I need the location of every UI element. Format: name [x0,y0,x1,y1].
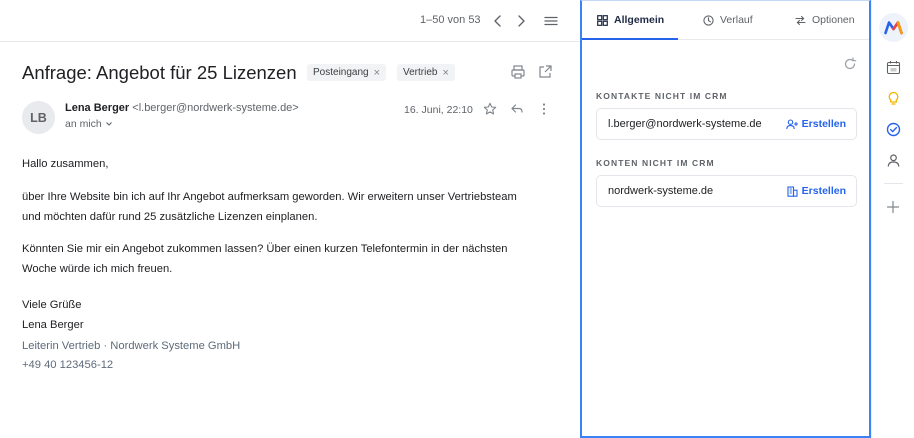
chevron-right-icon [518,15,525,27]
email-paragraph-line: über Ihre Website bin ich auf Ihr Angebo… [22,191,517,203]
recipient-text: an mich [65,118,102,130]
tasks-button[interactable] [883,119,903,139]
label-chip-inbox: Posteingang × [307,64,387,81]
create-label: Erstellen [801,118,846,130]
more-vertical-icon [542,103,546,115]
label-chip-sales: Vertrieb × [397,64,455,81]
star-icon [483,102,497,115]
chevron-left-icon [494,15,501,27]
remove-label-icon[interactable]: × [374,67,380,79]
menu-button[interactable] [541,11,561,31]
email-closing: Viele Grüße [22,299,82,311]
contacts-button[interactable] [883,150,903,170]
sender-avatar: LB [22,101,55,134]
plus-icon [886,200,900,214]
keep-notes-button[interactable] [883,88,903,108]
crm-logo-icon [884,21,903,35]
reply-icon [511,104,523,113]
email-paragraph-line: Könnten Sie mir ein Angebot zukommen las… [22,243,508,255]
signature-name: Lena Berger [22,319,84,331]
tab-options[interactable]: Optionen [795,1,855,39]
refresh-icon[interactable] [843,57,857,71]
tab-label: Allgemein [614,14,665,26]
calendar-button[interactable] [883,57,903,77]
rail-divider [884,183,903,184]
create-account-button[interactable]: Erstellen [787,185,846,197]
email-date: 16. Juni, 22:10 [404,104,473,116]
accounts-section-title: KONTEN NICHT IM CRM [596,158,715,168]
label-text: Vertrieb [403,67,438,78]
crm-tabs: Allgemein Verlauf Optionen [582,1,869,40]
calendar-icon [886,60,900,74]
account-card: nordwerk-systeme.de Erstellen [596,175,857,207]
create-label: Erstellen [801,185,846,197]
previous-page-button[interactable] [488,11,508,31]
grid-icon [597,14,608,26]
tab-label: Verlauf [720,14,753,26]
label-text: Posteingang [313,67,369,78]
person-icon [887,153,899,167]
star-button[interactable] [482,101,498,117]
account-domain: nordwerk-systeme.de [608,185,714,197]
email-paragraph-line: Woche würde ich mich freuen. [22,263,173,275]
email-subject: Anfrage: Angebot für 25 Lizenzen [22,62,297,83]
contacts-section-title: KONTAKTE NICHT IM CRM [596,91,728,101]
recipient-toggle[interactable]: an mich [65,118,113,130]
clock-icon [703,14,714,26]
sliders-icon [795,15,806,25]
contact-email: l.berger@nordwerk-systeme.de [608,118,762,130]
create-contact-button[interactable]: Erstellen [785,118,846,130]
building-icon [787,185,798,197]
email-view: 1–50 von 53 Anfrage: Angebot für 25 Lize… [0,0,580,438]
sender-line: Lena Berger <l.berger@nordwerk-systeme.d… [65,102,299,114]
more-options-button[interactable] [536,101,552,117]
sender-name[interactable]: Lena Berger [65,102,129,114]
check-circle-icon [886,122,900,136]
open-in-new-window-icon[interactable] [537,64,553,80]
reply-button[interactable] [509,101,525,117]
app-rail [871,0,914,438]
contact-card: l.berger@nordwerk-systeme.de Erstellen [596,108,857,140]
pagination-text: 1–50 von 53 [420,14,481,26]
email-greeting: Hallo zusammen, [22,158,109,170]
remove-label-icon[interactable]: × [442,67,448,79]
crm-app-button[interactable] [879,13,908,42]
tab-label: Optionen [812,14,855,26]
signature-title: Leiterin Vertrieb · Nordwerk Systeme Gmb… [22,340,241,352]
chevron-down-icon [105,122,112,126]
add-user-icon [785,118,798,129]
tab-general[interactable]: Allgemein [597,1,664,39]
mail-toolbar: 1–50 von 53 [0,0,580,42]
tab-history[interactable]: Verlauf [703,1,753,39]
sender-address: <l.berger@nordwerk-systeme.de> [132,102,299,114]
print-icon[interactable] [510,64,526,80]
lightbulb-icon [888,91,898,105]
menu-icon [544,16,558,26]
active-tab-indicator [582,38,678,40]
signature-phone[interactable]: +49 40 123456-12 [22,359,113,371]
add-addon-button[interactable] [883,197,903,217]
email-paragraph-line: und möchten dafür rund 25 zusätzliche Li… [22,211,318,223]
next-page-button[interactable] [511,11,531,31]
crm-panel: Allgemein Verlauf Optionen KONTAKTE NICH… [580,0,871,438]
